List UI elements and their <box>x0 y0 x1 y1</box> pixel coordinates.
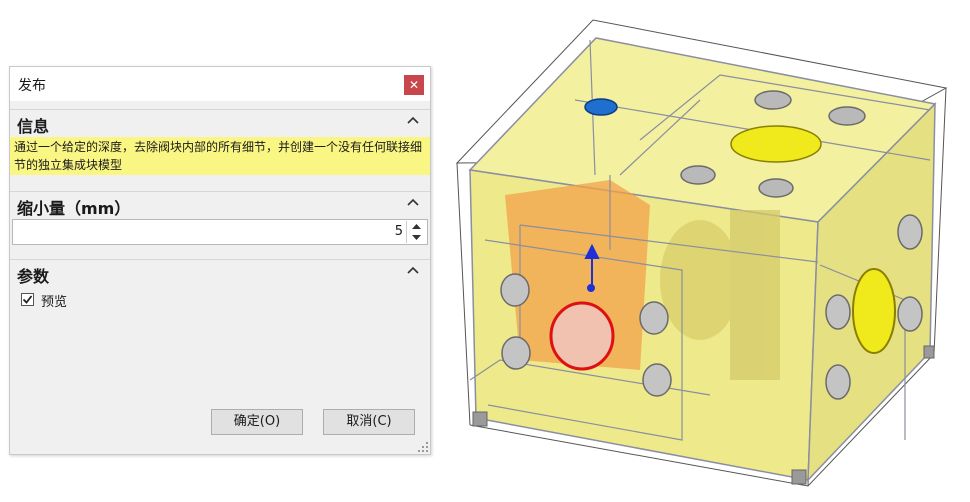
shrink-amount-value: 5 <box>394 224 403 239</box>
shrink-amount-input[interactable]: 5 <box>12 219 428 245</box>
cancel-button[interactable]: 取消(C) <box>323 409 415 435</box>
blue-selected-port <box>584 98 618 116</box>
close-button[interactable]: ✕ <box>404 75 424 95</box>
params-section-title: 参数 <box>17 267 50 286</box>
dialog-titlebar[interactable]: 发布 ✕ <box>10 67 430 101</box>
preview-label[interactable]: 预览 <box>41 291 67 310</box>
info-section-title: 信息 <box>17 117 50 136</box>
collapse-up-icon[interactable] <box>406 263 420 277</box>
preview-checkbox[interactable] <box>21 293 34 306</box>
info-message: 通过一个给定的深度，去除阀块内部的所有细节，并创建一个没有任何联接细节的独立集成… <box>10 137 430 175</box>
params-section-header[interactable]: 参数 <box>10 259 430 286</box>
collapse-up-icon[interactable] <box>406 195 420 209</box>
shrink-section-header[interactable]: 缩小量（mm） <box>10 191 430 218</box>
shrink-amount-spinner[interactable] <box>406 221 426 243</box>
resize-grip-icon[interactable] <box>417 441 429 453</box>
shrink-section-title: 缩小量（mm） <box>17 199 131 218</box>
publish-dialog: 发布 ✕ 信息 通过一个给定的深度，去除阀块内部的所有细节，并创建一个没有任何联… <box>9 66 431 455</box>
check-icon <box>22 295 33 304</box>
close-icon: ✕ <box>408 78 420 92</box>
spin-down-icon[interactable] <box>407 232 426 243</box>
ok-button[interactable]: 确定(O) <box>211 409 303 435</box>
info-section-header[interactable]: 信息 <box>10 109 430 136</box>
yellow-right-port <box>852 268 896 354</box>
large-yellow-top-port <box>730 125 822 163</box>
red-selected-port <box>549 301 615 371</box>
dialog-title: 发布 <box>18 78 46 94</box>
spin-up-icon[interactable] <box>407 221 426 232</box>
collapse-up-icon[interactable] <box>406 113 420 127</box>
